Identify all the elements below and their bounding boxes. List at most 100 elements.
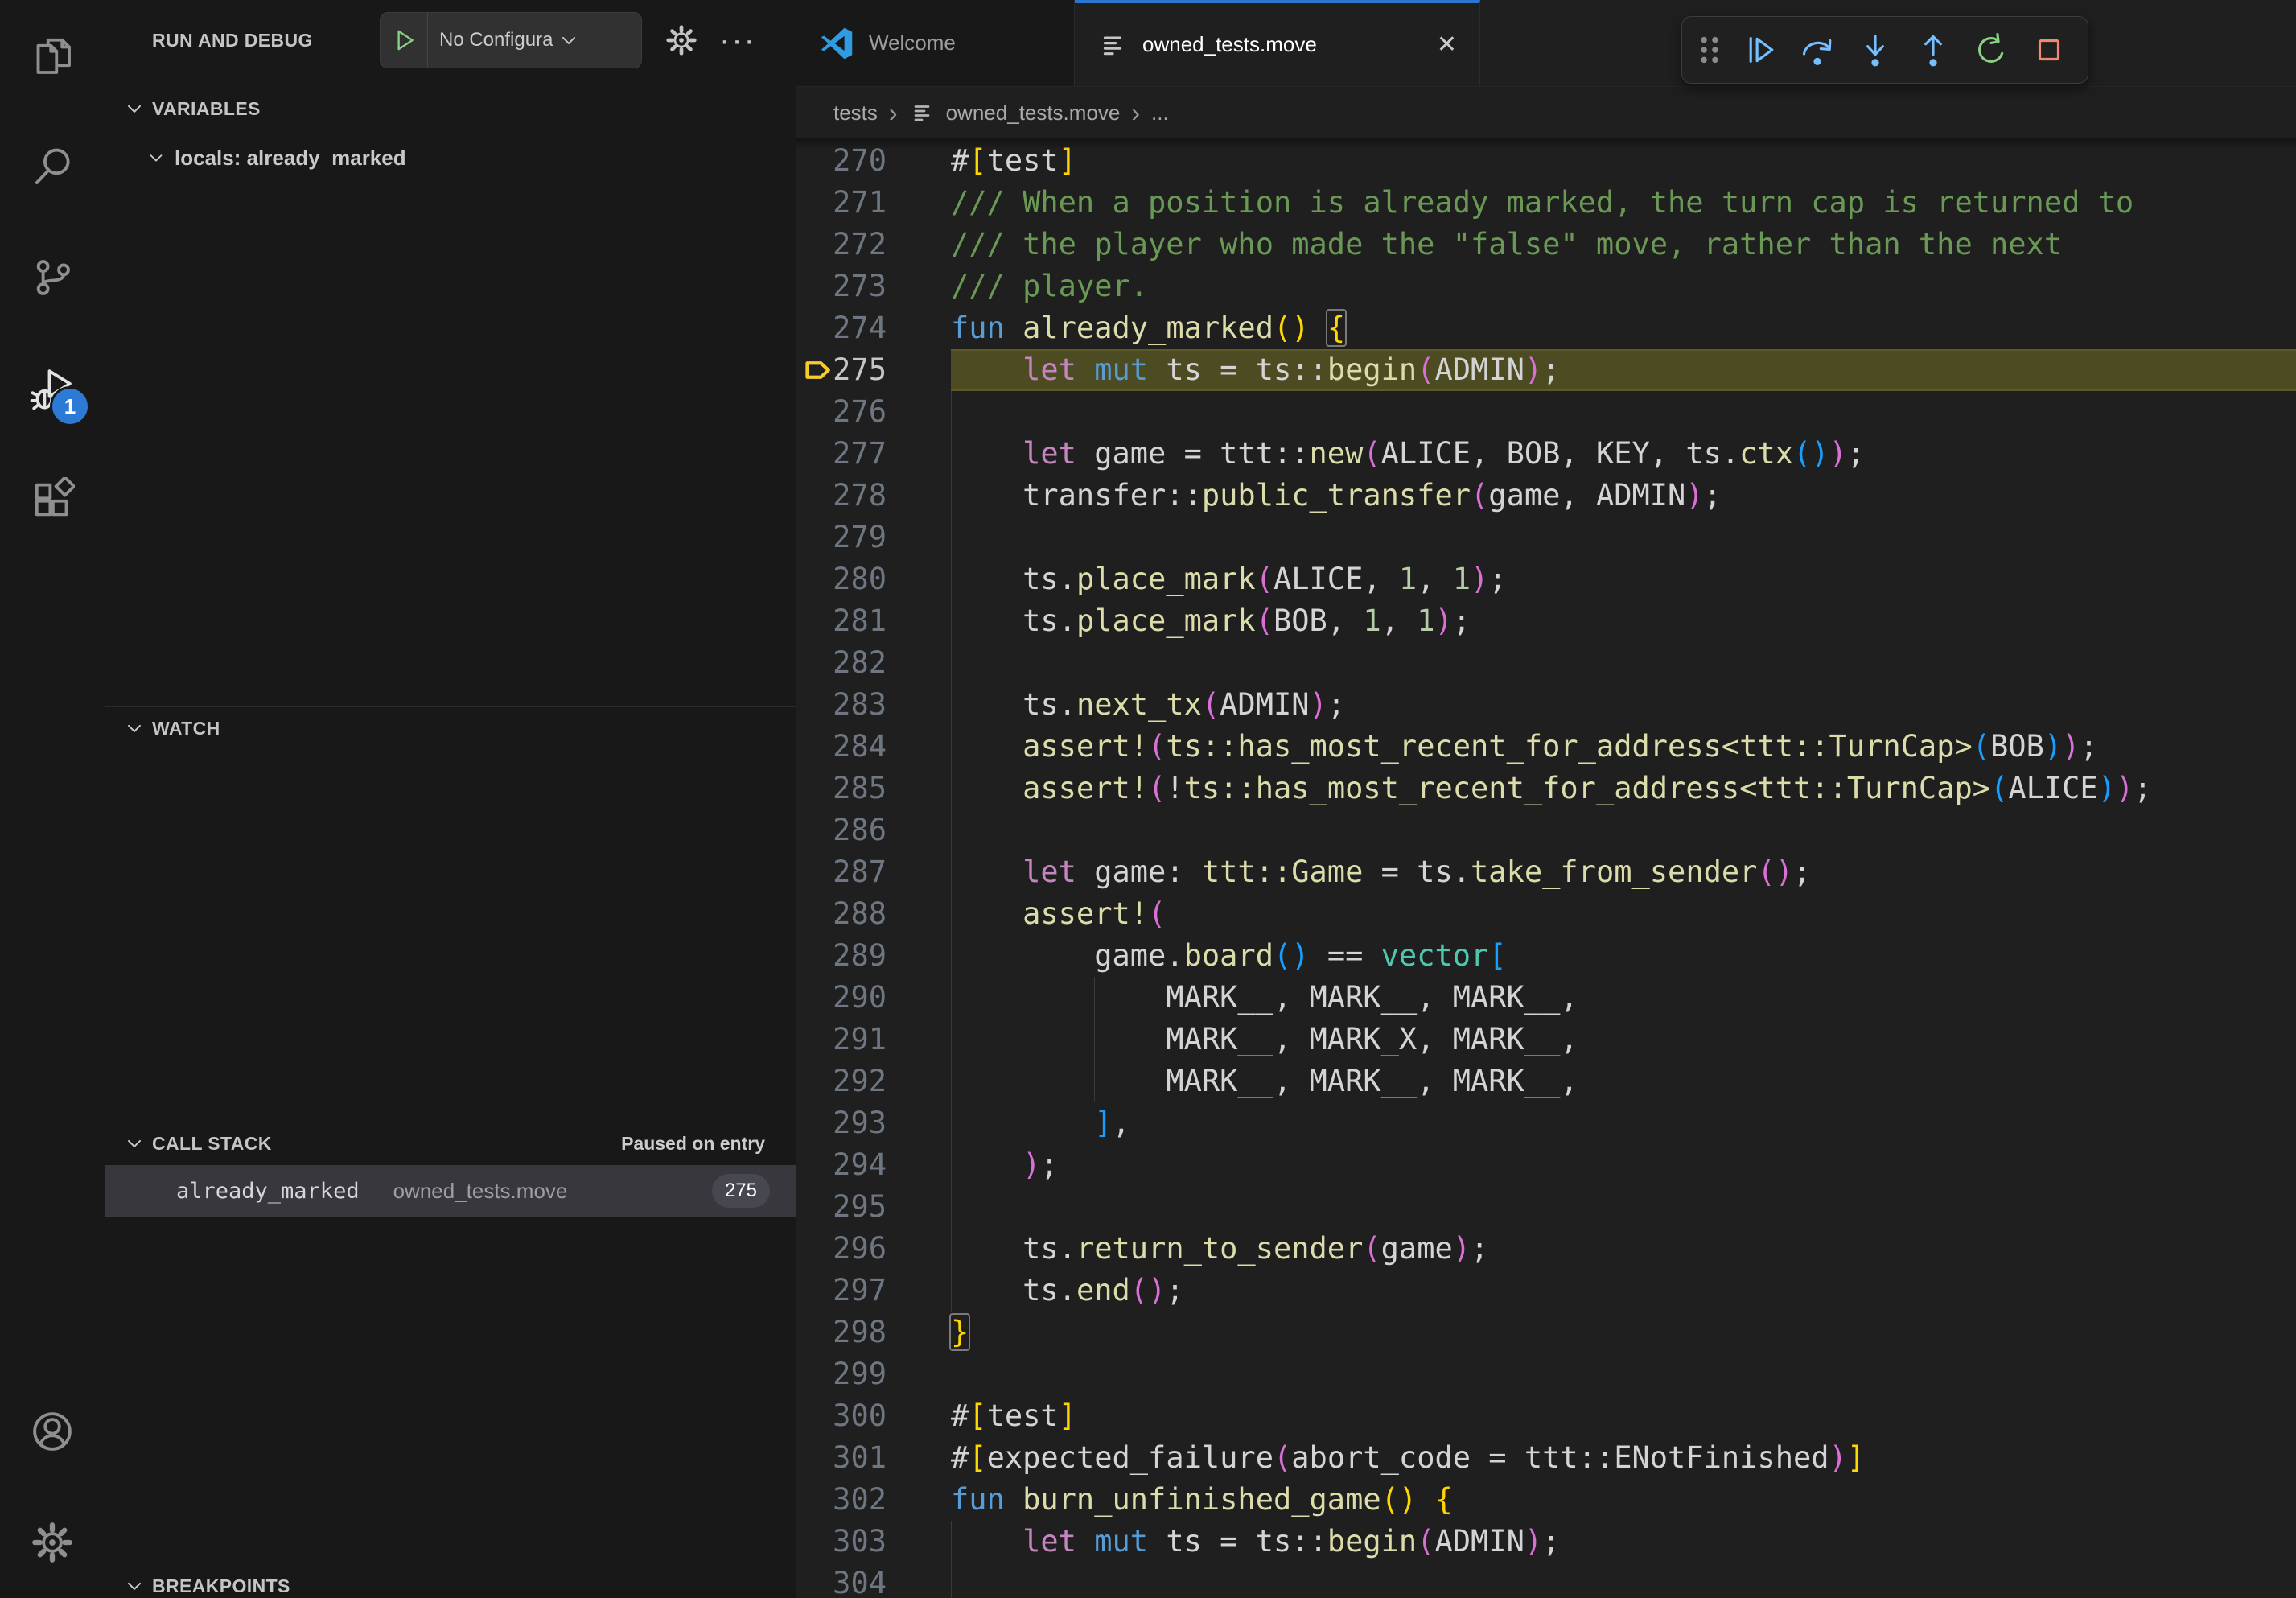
code-line-293[interactable]: 293 ],: [796, 1102, 2296, 1144]
code-line-300[interactable]: 300#[test]: [796, 1395, 2296, 1437]
code-line-278[interactable]: 278 transfer::public_transfer(game, ADMI…: [796, 475, 2296, 517]
gutter[interactable]: 277: [796, 433, 951, 475]
code-line-286[interactable]: 286: [796, 809, 2296, 851]
gutter[interactable]: 285: [796, 768, 951, 809]
launch-configuration-dropdown[interactable]: No Configura: [380, 12, 642, 68]
code-line-276[interactable]: 276: [796, 391, 2296, 433]
code-line-283[interactable]: 283 ts.next_tx(ADMIN);: [796, 684, 2296, 726]
more-actions-button[interactable]: ···: [715, 14, 760, 66]
gutter[interactable]: 294: [796, 1144, 951, 1186]
gutter[interactable]: 297: [796, 1270, 951, 1312]
gutter[interactable]: 276: [796, 391, 951, 433]
call-stack-frame[interactable]: already_marked owned_tests.move 275: [105, 1165, 796, 1217]
continue-button[interactable]: [1734, 24, 1785, 76]
gutter[interactable]: 287: [796, 851, 951, 893]
start-debugging-icon[interactable]: [381, 13, 428, 68]
code-line-272[interactable]: 272/// the player who made the "false" m…: [796, 224, 2296, 266]
code-line-299[interactable]: 299: [796, 1353, 2296, 1395]
activity-item-run-and-debug[interactable]: 1: [0, 333, 105, 444]
step-out-button[interactable]: [1907, 24, 1959, 76]
close-tab-icon[interactable]: ✕: [1430, 31, 1457, 59]
code-line-290[interactable]: 290 MARK__, MARK__, MARK__,: [796, 977, 2296, 1019]
restart-button[interactable]: [1965, 24, 2017, 76]
section-header-variables[interactable]: VARIABLES: [105, 89, 796, 129]
code-line-281[interactable]: 281 ts.place_mark(BOB, 1, 1);: [796, 600, 2296, 642]
code-line-288[interactable]: 288 assert!(: [796, 893, 2296, 935]
gutter[interactable]: 275: [796, 349, 951, 391]
code-line-270[interactable]: 270#[test]: [796, 140, 2296, 182]
gutter[interactable]: 300: [796, 1395, 951, 1437]
breadcrumb-item-tests[interactable]: tests: [833, 101, 878, 126]
tab-welcome[interactable]: Welcome: [796, 0, 1075, 86]
code-line-282[interactable]: 282: [796, 642, 2296, 684]
gutter[interactable]: 281: [796, 600, 951, 642]
step-into-button[interactable]: [1850, 24, 1901, 76]
gutter[interactable]: 271: [796, 182, 951, 224]
gutter[interactable]: 272: [796, 224, 951, 266]
gutter[interactable]: 284: [796, 726, 951, 768]
gutter[interactable]: 293: [796, 1102, 951, 1144]
section-header-call-stack[interactable]: CALL STACK Paused on entry: [105, 1123, 796, 1163]
code-line-284[interactable]: 284 assert!(ts::has_most_recent_for_addr…: [796, 726, 2296, 768]
gutter[interactable]: 279: [796, 517, 951, 558]
code-line-302[interactable]: 302fun burn_unfinished_game() {: [796, 1479, 2296, 1521]
gutter[interactable]: 301: [796, 1437, 951, 1479]
activity-item-search[interactable]: [0, 111, 105, 222]
step-over-button[interactable]: [1792, 24, 1843, 76]
drag-grip-handle[interactable]: [1692, 24, 1727, 76]
gutter[interactable]: 286: [796, 809, 951, 851]
gutter[interactable]: 282: [796, 642, 951, 684]
code-line-298[interactable]: 298}: [796, 1312, 2296, 1353]
code-line-275[interactable]: 275 let mut ts = ts::begin(ADMIN);: [796, 349, 2296, 391]
code-line-296[interactable]: 296 ts.return_to_sender(game);: [796, 1228, 2296, 1270]
gutter[interactable]: 291: [796, 1019, 951, 1061]
activity-item-source-control[interactable]: [0, 222, 105, 333]
code-line-280[interactable]: 280 ts.place_mark(ALICE, 1, 1);: [796, 558, 2296, 600]
gutter[interactable]: 290: [796, 977, 951, 1019]
code-line-295[interactable]: 295: [796, 1186, 2296, 1228]
breadcrumb-item-symbol[interactable]: ...: [1151, 101, 1169, 126]
debug-settings-gear-icon[interactable]: [665, 23, 698, 57]
tab-owned-tests-move[interactable]: owned_tests.move ✕: [1075, 0, 1480, 86]
gutter[interactable]: 296: [796, 1228, 951, 1270]
code-line-301[interactable]: 301#[expected_failure(abort_code = ttt::…: [796, 1437, 2296, 1479]
section-header-breakpoints[interactable]: BREAKPOINTS: [105, 1566, 796, 1598]
gutter[interactable]: 288: [796, 893, 951, 935]
gutter[interactable]: 298: [796, 1312, 951, 1353]
gutter[interactable]: 289: [796, 935, 951, 977]
gutter[interactable]: 292: [796, 1061, 951, 1102]
gutter[interactable]: 273: [796, 266, 951, 307]
breadcrumb-item-file[interactable]: owned_tests.move: [946, 101, 1121, 126]
gutter[interactable]: 278: [796, 475, 951, 517]
stop-button[interactable]: [2023, 24, 2075, 76]
activity-item-explorer[interactable]: [0, 0, 105, 111]
code-line-277[interactable]: 277 let game = ttt::new(ALICE, BOB, KEY,…: [796, 433, 2296, 475]
gutter[interactable]: 283: [796, 684, 951, 726]
gutter[interactable]: 299: [796, 1353, 951, 1395]
code-line-297[interactable]: 297 ts.end();: [796, 1270, 2296, 1312]
code-line-287[interactable]: 287 let game: ttt::Game = ts.take_from_s…: [796, 851, 2296, 893]
gutter[interactable]: 280: [796, 558, 951, 600]
code-line-291[interactable]: 291 MARK__, MARK_X, MARK__,: [796, 1019, 2296, 1061]
code-area[interactable]: 270#[test]271/// When a position is alre…: [796, 138, 2296, 1598]
gutter[interactable]: 295: [796, 1186, 951, 1228]
activity-item-extensions[interactable]: [0, 444, 105, 555]
code-line-273[interactable]: 273/// player.: [796, 266, 2296, 307]
gutter[interactable]: 304: [796, 1563, 951, 1598]
code-line-294[interactable]: 294 );: [796, 1144, 2296, 1186]
code-line-292[interactable]: 292 MARK__, MARK__, MARK__,: [796, 1061, 2296, 1102]
gutter[interactable]: 274: [796, 307, 951, 349]
section-header-watch[interactable]: WATCH: [105, 708, 796, 748]
variables-scope-locals[interactable]: locals: already_marked: [105, 138, 796, 177]
code-line-271[interactable]: 271/// When a position is already marked…: [796, 182, 2296, 224]
code-line-274[interactable]: 274fun already_marked() {: [796, 307, 2296, 349]
activity-item-accounts[interactable]: [0, 1376, 105, 1487]
gutter[interactable]: 302: [796, 1479, 951, 1521]
code-line-304[interactable]: 304: [796, 1563, 2296, 1598]
gutter[interactable]: 270: [796, 140, 951, 182]
code-line-279[interactable]: 279: [796, 517, 2296, 558]
activity-item-settings[interactable]: [0, 1487, 105, 1598]
gutter[interactable]: 303: [796, 1521, 951, 1563]
code-line-289[interactable]: 289 game.board() == vector[: [796, 935, 2296, 977]
code-line-285[interactable]: 285 assert!(!ts::has_most_recent_for_add…: [796, 768, 2296, 809]
